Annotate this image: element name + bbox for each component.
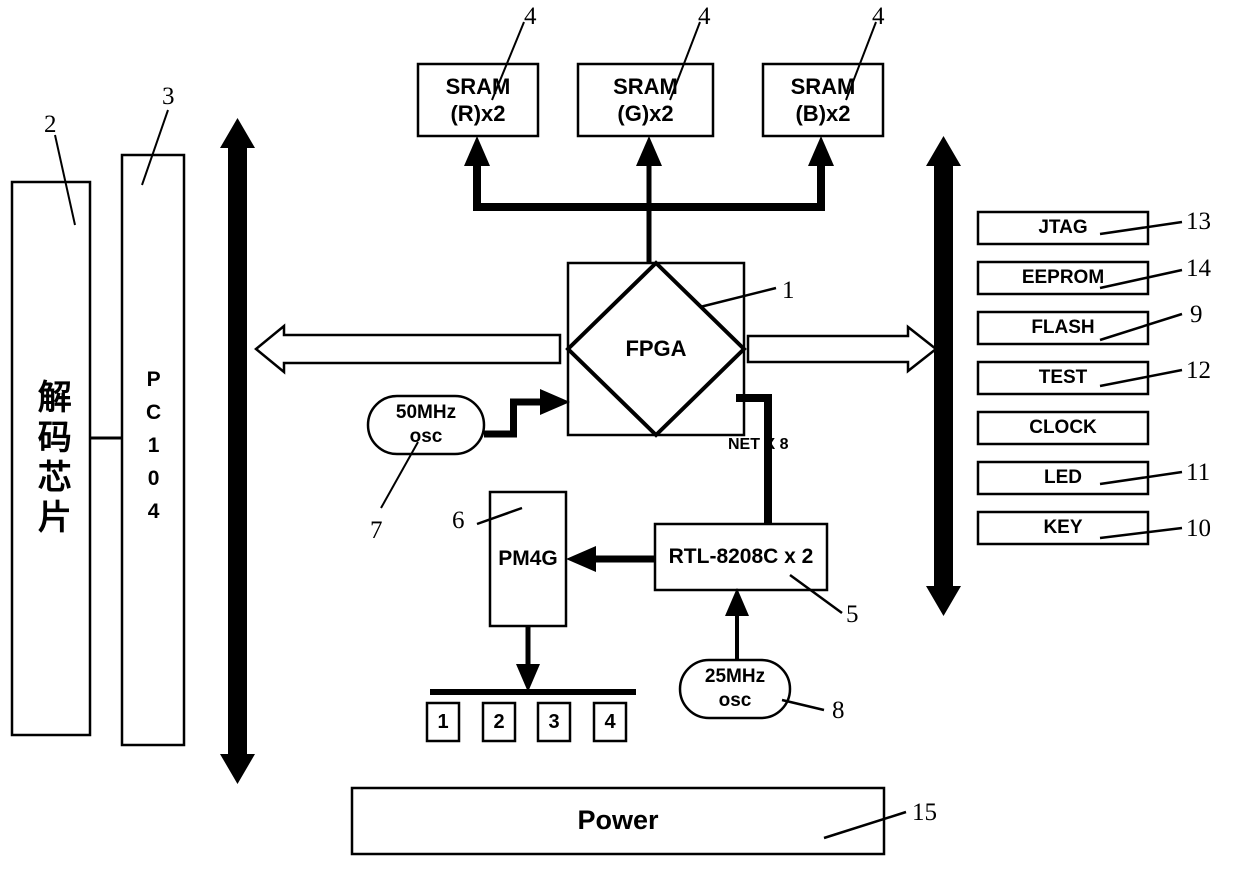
ref-number-12: 12 bbox=[1186, 357, 1211, 384]
osc25-to-rtl-arrow bbox=[725, 588, 749, 660]
peripheral-box-led[interactable] bbox=[976, 460, 1150, 496]
ref-number-1: 1 bbox=[782, 277, 795, 304]
ref-number-11: 11 bbox=[1186, 459, 1211, 486]
osc-50mhz-shape[interactable] bbox=[366, 394, 486, 456]
pc104-fpga-bus-arrow bbox=[254, 323, 562, 375]
rtl8208c-box[interactable] bbox=[653, 522, 829, 592]
sram-r-box[interactable] bbox=[416, 62, 540, 138]
ref-number-7: 7 bbox=[370, 517, 383, 544]
port-box-3[interactable] bbox=[536, 701, 572, 743]
ref-number-6: 6 bbox=[452, 507, 465, 534]
left-bus-bar bbox=[220, 118, 255, 784]
ref-number-4c: 4 bbox=[872, 3, 885, 30]
sram-g-box[interactable] bbox=[576, 62, 715, 138]
sram-bus bbox=[464, 136, 834, 263]
peripheral-box-key[interactable] bbox=[976, 510, 1150, 546]
ref-number-4b: 4 bbox=[698, 3, 711, 30]
ref-number-9: 9 bbox=[1190, 301, 1203, 328]
port-box-4[interactable] bbox=[592, 701, 628, 743]
peripheral-box-eeprom[interactable] bbox=[976, 260, 1150, 296]
decode-chip-box[interactable] bbox=[10, 180, 92, 737]
leader-line-8 bbox=[781, 698, 825, 712]
sram-b-box[interactable] bbox=[761, 62, 885, 138]
osc-25mhz-shape[interactable] bbox=[678, 658, 792, 720]
pm4g-box[interactable] bbox=[488, 490, 568, 628]
pc104-box[interactable] bbox=[120, 153, 186, 747]
peripheral-box-flash[interactable] bbox=[976, 310, 1150, 346]
peripheral-box-test[interactable] bbox=[976, 360, 1150, 396]
power-box[interactable] bbox=[350, 786, 886, 856]
rtl-to-pm4g-arrow bbox=[566, 546, 655, 572]
ref-number-13: 13 bbox=[1186, 208, 1211, 235]
ref-number-3: 3 bbox=[162, 83, 175, 110]
diagram-canvas: 解码芯片 PC104 SRAM (R)x2 SRAM (G)x2 SRAM (B… bbox=[0, 0, 1240, 869]
peripheral-box-jtag[interactable] bbox=[976, 210, 1150, 246]
ref-number-10: 10 bbox=[1186, 515, 1211, 542]
ref-number-15: 15 bbox=[912, 799, 937, 826]
right-bus-bar bbox=[926, 136, 961, 616]
ref-number-2: 2 bbox=[44, 111, 57, 138]
port-box-2[interactable] bbox=[481, 701, 517, 743]
pm4g-to-ports-arrow bbox=[516, 626, 540, 692]
ref-number-4a: 4 bbox=[524, 3, 537, 30]
ref-number-14: 14 bbox=[1186, 255, 1211, 282]
ref-number-8: 8 bbox=[832, 697, 845, 724]
osc50-to-fpga-line bbox=[484, 389, 570, 438]
port-box-1[interactable] bbox=[425, 701, 461, 743]
diagram-vector-layer bbox=[10, 21, 1183, 856]
fpga-peripheral-bus-arrow bbox=[746, 324, 939, 374]
peripheral-box-clock[interactable] bbox=[976, 410, 1150, 446]
ref-number-5: 5 bbox=[846, 601, 859, 628]
